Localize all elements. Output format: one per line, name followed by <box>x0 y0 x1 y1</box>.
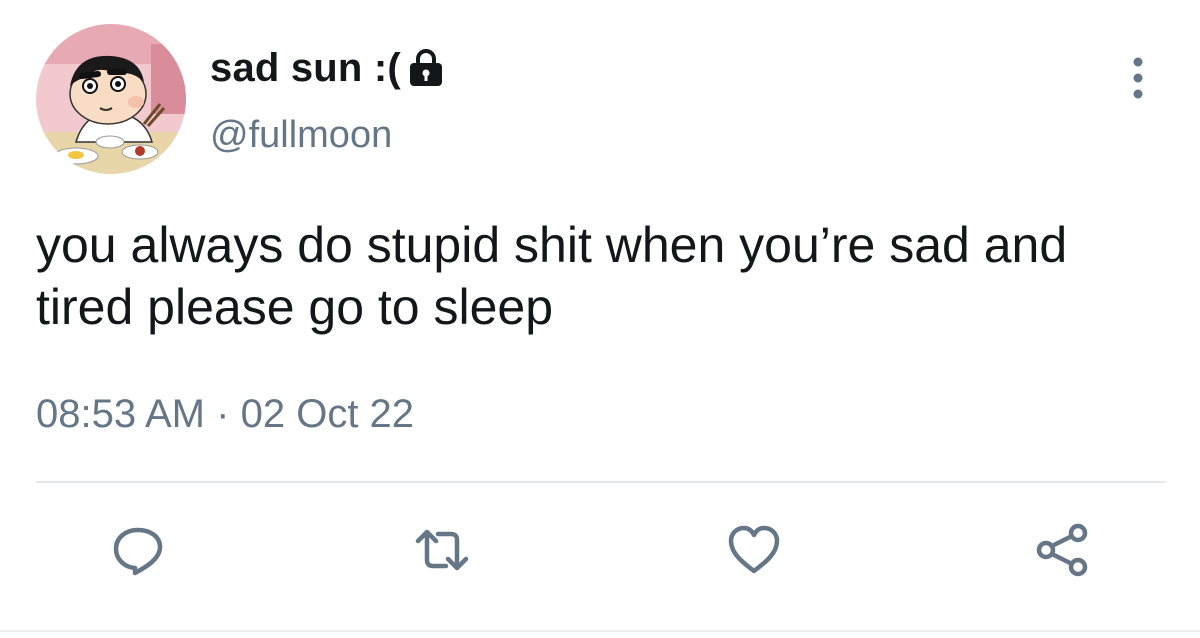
heart-icon[interactable] <box>726 522 782 578</box>
bottom-divider <box>0 630 1200 632</box>
tweet-time[interactable]: 08:53 AM <box>36 392 205 436</box>
more-vertical-icon[interactable] <box>1126 54 1150 102</box>
reply-icon[interactable] <box>110 522 166 578</box>
timestamp-row: 08:53 AM · 02 Oct 22 <box>36 392 414 437</box>
tweet-text: you always do stupid shit when you’re sa… <box>36 217 1068 335</box>
lock-icon <box>407 48 445 88</box>
retweet-icon[interactable] <box>414 522 470 578</box>
display-name-row: sad sun :( <box>210 40 445 96</box>
display-name[interactable]: sad sun :( <box>210 46 401 91</box>
tweet-date[interactable]: 02 Oct 22 <box>241 392 414 436</box>
avatar-image <box>36 24 186 174</box>
tweet-card: sad sun :( @fullmoon you always do stupi… <box>0 0 1200 638</box>
share-icon[interactable] <box>1034 522 1090 578</box>
user-handle[interactable]: @fullmoon <box>210 114 392 157</box>
avatar[interactable] <box>36 24 186 174</box>
divider <box>36 481 1166 483</box>
timestamp-separator: · <box>216 392 230 436</box>
